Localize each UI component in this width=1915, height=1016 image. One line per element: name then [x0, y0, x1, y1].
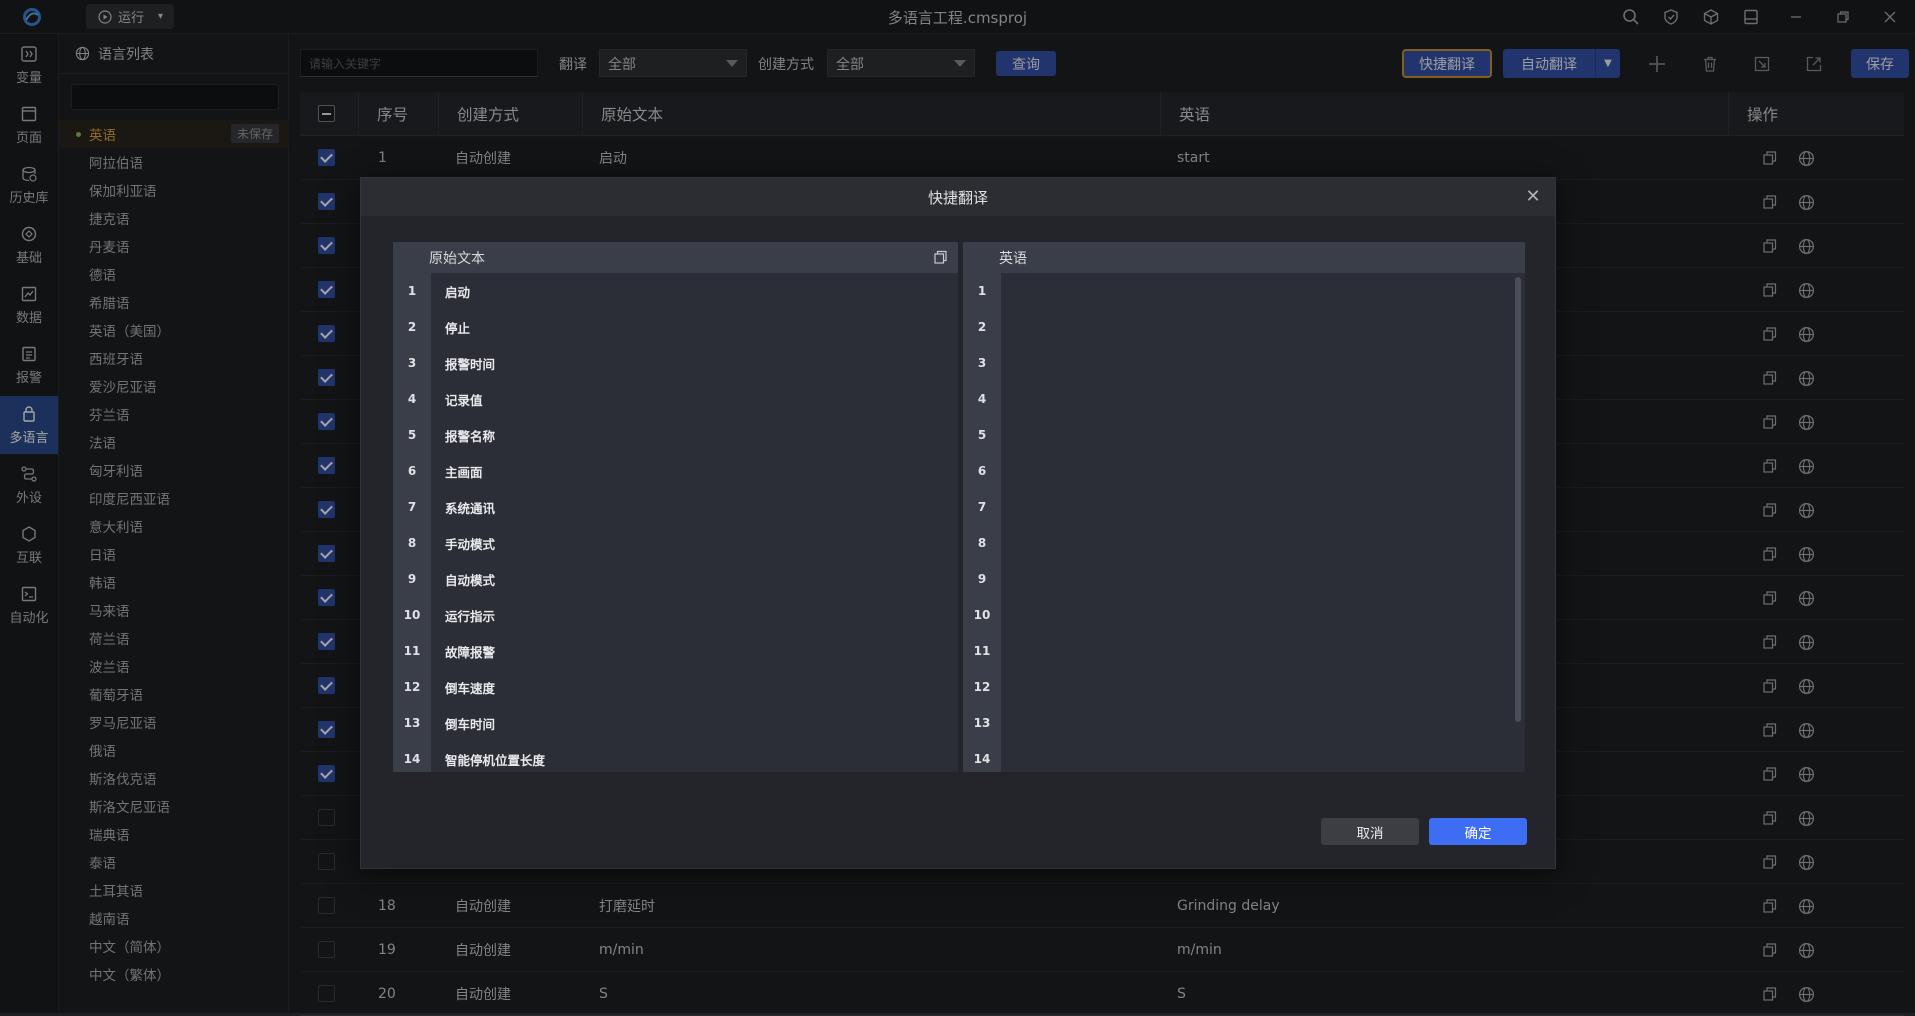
copy-icon[interactable] [933, 250, 948, 265]
source-line-text: 倒车速度 [445, 680, 496, 696]
source-line-text: 主画面 [445, 464, 483, 480]
dialog-header: 快捷翻译 ✕ [361, 178, 1555, 216]
line-number: 13 [403, 716, 421, 730]
line-number: 12 [973, 680, 991, 694]
line-number: 13 [973, 716, 991, 730]
line-number: 6 [407, 464, 417, 478]
source-line: 7 系统通讯 [393, 489, 958, 525]
confirm-button[interactable]: 确定 [1429, 818, 1527, 845]
target-line: 4 [963, 381, 1525, 417]
source-line: 1 启动 [393, 273, 958, 309]
line-number: 1 [977, 284, 987, 298]
quick-translate-dialog: 快捷翻译 ✕ 原始文本 1 启动 2 停止 3 报警时间 4 记录值 5 报警名称 6 主画面 7 系统通… [360, 177, 1556, 869]
line-number: 9 [977, 572, 987, 586]
line-number: 11 [973, 644, 991, 658]
source-line: 6 主画面 [393, 453, 958, 489]
source-line-text: 运行指示 [445, 608, 496, 624]
line-number: 12 [403, 680, 421, 694]
line-number: 4 [977, 392, 987, 406]
line-number: 3 [977, 356, 987, 370]
line-number: 10 [403, 608, 421, 622]
source-line: 5 报警名称 [393, 417, 958, 453]
target-line: 3 [963, 345, 1525, 381]
source-line: 13 倒车时间 [393, 705, 958, 741]
target-line: 10 [963, 597, 1525, 633]
line-number: 8 [407, 536, 417, 550]
source-panel-header: 原始文本 [393, 242, 958, 273]
cancel-button[interactable]: 取消 [1321, 818, 1419, 845]
source-line-text: 自动模式 [445, 572, 496, 588]
target-line: 5 [963, 417, 1525, 453]
line-number: 1 [407, 284, 417, 298]
source-line-text: 倒车时间 [445, 716, 496, 732]
target-panel-title: 英语 [999, 250, 1027, 267]
line-number: 11 [403, 644, 421, 658]
line-number: 8 [977, 536, 987, 550]
target-line: 7 [963, 489, 1525, 525]
line-number: 5 [407, 428, 417, 442]
source-line-text: 记录值 [445, 392, 483, 408]
line-number: 5 [977, 428, 987, 442]
source-line: 11 故障报警 [393, 633, 958, 669]
target-line: 8 [963, 525, 1525, 561]
target-text-editor[interactable]: 1 2 3 4 5 6 7 8 9 10 11 12 13 14 [963, 273, 1525, 772]
target-line: 9 [963, 561, 1525, 597]
source-line: 10 运行指示 [393, 597, 958, 633]
line-number: 14 [403, 752, 421, 766]
source-line: 9 自动模式 [393, 561, 958, 597]
line-number: 2 [977, 320, 987, 334]
source-line: 4 记录值 [393, 381, 958, 417]
target-panel-header: 英语 [963, 242, 1525, 273]
target-line: 6 [963, 453, 1525, 489]
source-line-text: 报警时间 [445, 356, 496, 372]
source-panel-title: 原始文本 [429, 250, 485, 267]
target-line: 12 [963, 669, 1525, 705]
line-number: 7 [407, 500, 417, 514]
target-line: 14 [963, 741, 1525, 772]
target-line: 2 [963, 309, 1525, 345]
source-line-text: 故障报警 [445, 644, 496, 660]
dialog-title: 快捷翻译 [927, 188, 988, 207]
close-icon[interactable]: ✕ [1523, 187, 1543, 207]
source-line: 2 停止 [393, 309, 958, 345]
target-line: 11 [963, 633, 1525, 669]
source-line: 12 倒车速度 [393, 669, 958, 705]
target-line: 13 [963, 705, 1525, 741]
source-line: 3 报警时间 [393, 345, 958, 381]
line-number: 9 [407, 572, 417, 586]
line-number: 2 [407, 320, 417, 334]
target-text-panel: 英语 1 2 3 4 5 6 7 8 9 10 11 12 13 14 [963, 242, 1525, 772]
line-number: 14 [973, 752, 991, 766]
line-number: 6 [977, 464, 987, 478]
source-line-text: 智能停机位置长度 [445, 752, 546, 768]
source-line-text: 手动模式 [445, 536, 496, 552]
target-line: 1 [963, 273, 1525, 309]
source-line: 14 智能停机位置长度 [393, 741, 958, 772]
line-number: 10 [973, 608, 991, 622]
source-line-text: 系统通讯 [445, 500, 496, 516]
source-line-text: 报警名称 [445, 428, 496, 444]
source-text-panel: 原始文本 1 启动 2 停止 3 报警时间 4 记录值 5 报警名称 6 主画面 7 系统通讯 8 手动模式 9… [393, 242, 958, 772]
line-number: 7 [977, 500, 987, 514]
line-number: 4 [407, 392, 417, 406]
source-line-text: 停止 [445, 320, 471, 336]
line-number: 3 [407, 356, 417, 370]
source-line-text: 启动 [445, 284, 471, 300]
source-line: 8 手动模式 [393, 525, 958, 561]
source-text-editor[interactable]: 1 启动 2 停止 3 报警时间 4 记录值 5 报警名称 6 主画面 7 系统通讯 8 手动模式 9 自动模式 1… [393, 273, 958, 772]
